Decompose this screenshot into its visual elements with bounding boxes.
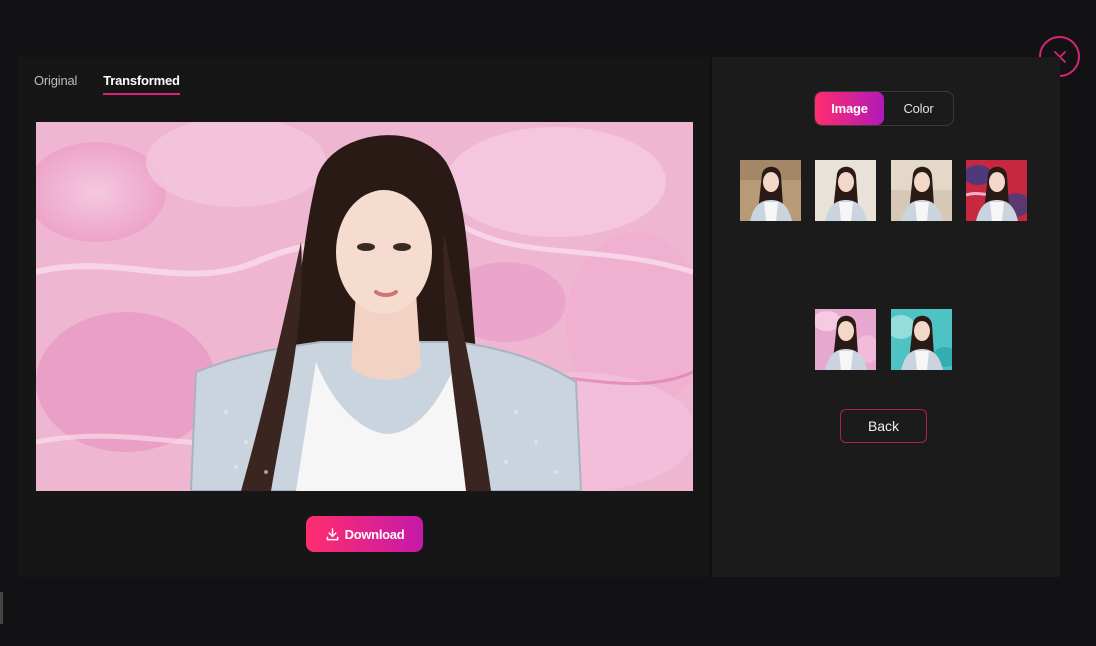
- background-thumbnail-6[interactable]: [891, 309, 952, 370]
- download-label: Download: [344, 526, 405, 542]
- view-tabs: Original Transformed: [34, 73, 180, 95]
- background-thumbnail-3[interactable]: [891, 160, 952, 221]
- transform-modal: Original Transformed Download Image Colo…: [0, 0, 1096, 646]
- background-options-panel: Image Color Back: [712, 57, 1060, 577]
- back-button[interactable]: Back: [840, 409, 927, 443]
- thumbnail-image: [966, 160, 1027, 221]
- portrait-image: [36, 122, 693, 491]
- preview-panel: Original Transformed Download: [17, 57, 709, 577]
- edge-handle: [0, 592, 3, 624]
- thumbnail-image: [815, 160, 876, 221]
- download-icon: [326, 527, 339, 540]
- thumbnail-image: [815, 309, 876, 370]
- tab-transformed[interactable]: Transformed: [103, 73, 180, 95]
- background-thumbnail-2[interactable]: [815, 160, 876, 221]
- thumbnail-image: [891, 309, 952, 370]
- transformed-image: [36, 122, 693, 491]
- mode-color-button[interactable]: Color: [884, 92, 953, 125]
- thumbnail-image: [740, 160, 801, 221]
- mode-image-button[interactable]: Image: [815, 92, 884, 125]
- tab-original[interactable]: Original: [34, 73, 77, 95]
- background-thumbnail-1[interactable]: [740, 160, 801, 221]
- background-thumbnail-5[interactable]: [815, 309, 876, 370]
- download-button[interactable]: Download: [306, 516, 423, 552]
- background-thumbnail-4[interactable]: [966, 160, 1027, 221]
- mode-toggle: Image Color: [814, 91, 954, 126]
- thumbnail-image: [891, 160, 952, 221]
